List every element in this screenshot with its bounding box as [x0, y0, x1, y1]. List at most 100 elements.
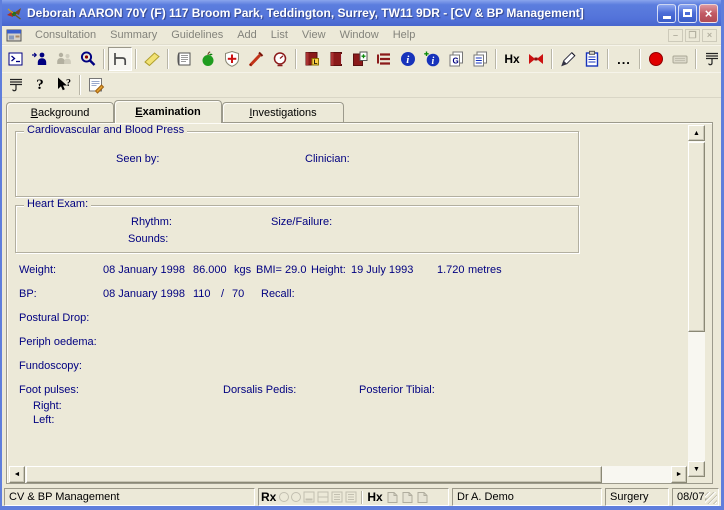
minimize-button[interactable] [657, 4, 676, 23]
height-date: 19 July 1993 [351, 264, 413, 276]
grid-pages-button[interactable] [468, 47, 492, 71]
context-help-button[interactable]: ? [52, 73, 76, 97]
scroll-left-button[interactable]: ◄ [9, 466, 25, 483]
application-window: Deborah AARON 70Y (F) 117 Broom Park, Te… [0, 0, 724, 510]
horizontal-scroll-thumb[interactable] [26, 466, 602, 483]
foot-pulses-label: Foot pulses: [19, 384, 79, 396]
toolbar-separator [695, 49, 697, 69]
periph-oedema-label: Periph oedema: [19, 336, 97, 348]
record-consultation-button[interactable] [644, 47, 668, 71]
svg-text:L: L [314, 60, 318, 66]
sounds-label: Sounds: [128, 233, 168, 245]
vertical-scrollbar[interactable]: ▲ ▼ [688, 125, 705, 477]
family-disabled-icon [55, 50, 73, 68]
tab-background-label: ackground [38, 107, 89, 119]
guidelines-pages-button[interactable]: G [444, 47, 468, 71]
tab-examination-label: xamination [143, 106, 201, 118]
help-button[interactable]: ? [28, 73, 52, 97]
apple-diet-button[interactable] [196, 47, 220, 71]
information-button[interactable]: i [396, 47, 420, 71]
mdi-close-button[interactable]: × [702, 29, 717, 42]
child-window-icon [6, 28, 22, 43]
mdi-minimize-button[interactable]: – [668, 29, 683, 42]
first-aid-button[interactable] [220, 47, 244, 71]
examination-couch-button[interactable] [108, 47, 132, 71]
horizontal-scrollbar[interactable]: ◄ ► [9, 466, 687, 483]
injection-icon [247, 50, 265, 68]
new-entry-book-icon [351, 50, 369, 68]
referral-bow-button[interactable] [524, 47, 548, 71]
menu-guidelines[interactable]: Guidelines [164, 28, 230, 42]
examination-page: Cardiovascular and Blood Press Seen by: … [6, 122, 713, 484]
clipboard-notes-button[interactable] [580, 47, 604, 71]
repeat-medication-icon [416, 491, 429, 504]
status-bar: CV & BP Management Rx Hx Dr A. Demo Surg… [2, 487, 721, 506]
scroll-up-button[interactable]: ▲ [688, 125, 705, 141]
toolbar-separator [295, 49, 297, 69]
issue-page-icon [303, 491, 315, 503]
maximize-button[interactable] [678, 4, 697, 23]
laboratory-book-button[interactable]: L [300, 47, 324, 71]
bmi-value: BMI= 29.0 [256, 264, 306, 276]
issue-page-icon [317, 491, 329, 503]
maximize-icon [683, 9, 692, 17]
add-information-icon: i [423, 50, 441, 68]
scroll-down-button[interactable]: ▼ [688, 461, 705, 477]
mdi-restore-button[interactable]: ❐ [685, 29, 700, 42]
hx-status-icon: Hx [367, 490, 382, 504]
injection-button[interactable] [244, 47, 268, 71]
red-list-button[interactable] [372, 47, 396, 71]
vertical-scroll-thumb[interactable] [688, 142, 705, 332]
note-eraser-button[interactable] [140, 47, 164, 71]
tab-examination[interactable]: Examination [114, 100, 222, 123]
menu-list[interactable]: List [264, 28, 295, 42]
seen-by-label: Seen by: [116, 153, 159, 165]
docked-panel-button[interactable] [700, 47, 724, 71]
search-patient-icon [79, 50, 97, 68]
family-button[interactable] [52, 47, 76, 71]
status-location-panel: Surgery [605, 488, 669, 506]
gauge-button[interactable] [268, 47, 292, 71]
keyboard-button[interactable] [668, 47, 692, 71]
tab-investigations[interactable]: Investigations [222, 102, 344, 122]
pen-button[interactable] [556, 47, 580, 71]
issue-page-icon [331, 491, 343, 503]
scroll-right-button[interactable]: ► [671, 466, 687, 483]
history-button[interactable]: Hx [500, 47, 524, 71]
status-mode-text: CV & BP Management [9, 491, 119, 503]
weight-unit: kgs [234, 264, 251, 276]
menu-view[interactable]: View [295, 28, 333, 42]
menu-window[interactable]: Window [333, 28, 386, 42]
close-button[interactable]: × [699, 4, 718, 23]
search-patient-button[interactable] [76, 47, 100, 71]
menu-summary[interactable]: Summary [103, 28, 164, 42]
minimize-icon [663, 16, 671, 19]
tab-background[interactable]: Background [6, 102, 114, 122]
prescription-circle-icon [291, 492, 301, 502]
guidelines-pages-icon: G [447, 50, 465, 68]
note-eraser-icon [143, 50, 161, 68]
find-patient-icon [31, 50, 49, 68]
find-patient-button[interactable] [28, 47, 52, 71]
dorsalis-pedis-label: Dorsalis Pedis: [223, 384, 296, 396]
menu-consultation[interactable]: Consultation [28, 28, 103, 42]
toolbar-separator [607, 49, 609, 69]
add-information-button[interactable]: i [420, 47, 444, 71]
resize-grip[interactable] [705, 492, 717, 504]
journal-button[interactable] [172, 47, 196, 71]
toolbar-separator [79, 75, 81, 95]
more-options-button[interactable]: ... [612, 47, 636, 71]
doctor-name: Dr A. Demo [457, 491, 514, 503]
ellipsis-icon: ... [617, 52, 631, 67]
new-entry-book-button[interactable] [348, 47, 372, 71]
laboratory-book-icon: L [303, 50, 321, 68]
app-logo-icon [6, 5, 23, 22]
menu-add[interactable]: Add [230, 28, 264, 42]
first-aid-shield-icon [223, 50, 241, 68]
select-patient-button[interactable] [4, 47, 28, 71]
template-editor-button[interactable] [84, 73, 108, 97]
docked-panel-button-2[interactable] [4, 73, 28, 97]
menu-help[interactable]: Help [386, 28, 423, 42]
heart-exam-group-title: Heart Exam: [24, 198, 91, 210]
red-book-button[interactable] [324, 47, 348, 71]
